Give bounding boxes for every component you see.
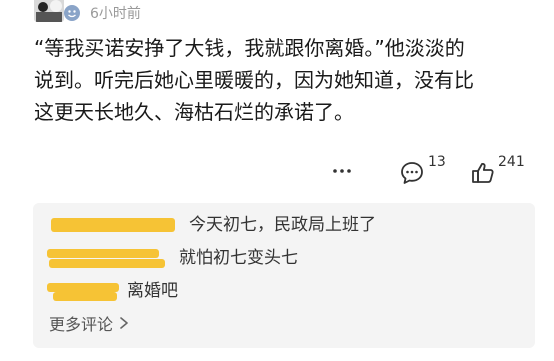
redaction-mark	[51, 218, 175, 232]
comment-bubble-icon[interactable]	[399, 160, 425, 186]
action-bar: 13 241	[0, 154, 554, 190]
more-comments-link[interactable]: 更多评论	[49, 313, 129, 337]
redaction-mark	[47, 249, 159, 258]
post-text-line: 说到。听完后她心里暖暖的，因为她知道，没有比	[34, 68, 474, 92]
post-text: “等我买诺安挣了大钱，我就跟你离婚。”他淡淡的 说到。听完后她心里暖暖的，因为她…	[34, 32, 534, 128]
post-text-line: “等我买诺安挣了大钱，我就跟你离婚。”他淡淡的	[34, 36, 465, 60]
redaction-mark	[53, 292, 117, 301]
smiley-badge-icon	[64, 5, 80, 21]
comment-item[interactable]: 离婚吧	[47, 279, 178, 303]
chevron-right-icon	[120, 317, 128, 329]
comment-text: 今天初七，民政局上班了	[189, 215, 376, 235]
comments-preview: 今天初七，民政局上班了 就怕初七变头七 离婚吧 更多评论	[33, 203, 535, 348]
comment-text: 就怕初七变头七	[179, 248, 298, 268]
comment-item[interactable]: 今天初七，民政局上班了	[49, 213, 376, 237]
more-dots-icon[interactable]	[332, 168, 352, 174]
more-comments-label: 更多评论	[49, 315, 114, 334]
commenter-name[interactable]	[49, 213, 189, 237]
commenter-name[interactable]	[47, 279, 127, 303]
comment-count: 13	[428, 154, 446, 170]
redaction-mark	[49, 259, 165, 268]
comment-text: 离婚吧	[127, 281, 178, 301]
commenter-name[interactable]	[47, 246, 179, 270]
thumbs-up-icon[interactable]	[470, 160, 496, 186]
timestamp: 6小时前	[90, 6, 141, 22]
avatar[interactable]	[34, 0, 64, 22]
comment-item[interactable]: 就怕初七变头七	[47, 246, 298, 270]
like-count: 241	[498, 154, 525, 170]
redaction-mark	[47, 283, 119, 292]
post-text-line: 这更天长地久、海枯石烂的承诺了。	[34, 100, 354, 124]
post-header: 6小时前	[0, 0, 554, 26]
